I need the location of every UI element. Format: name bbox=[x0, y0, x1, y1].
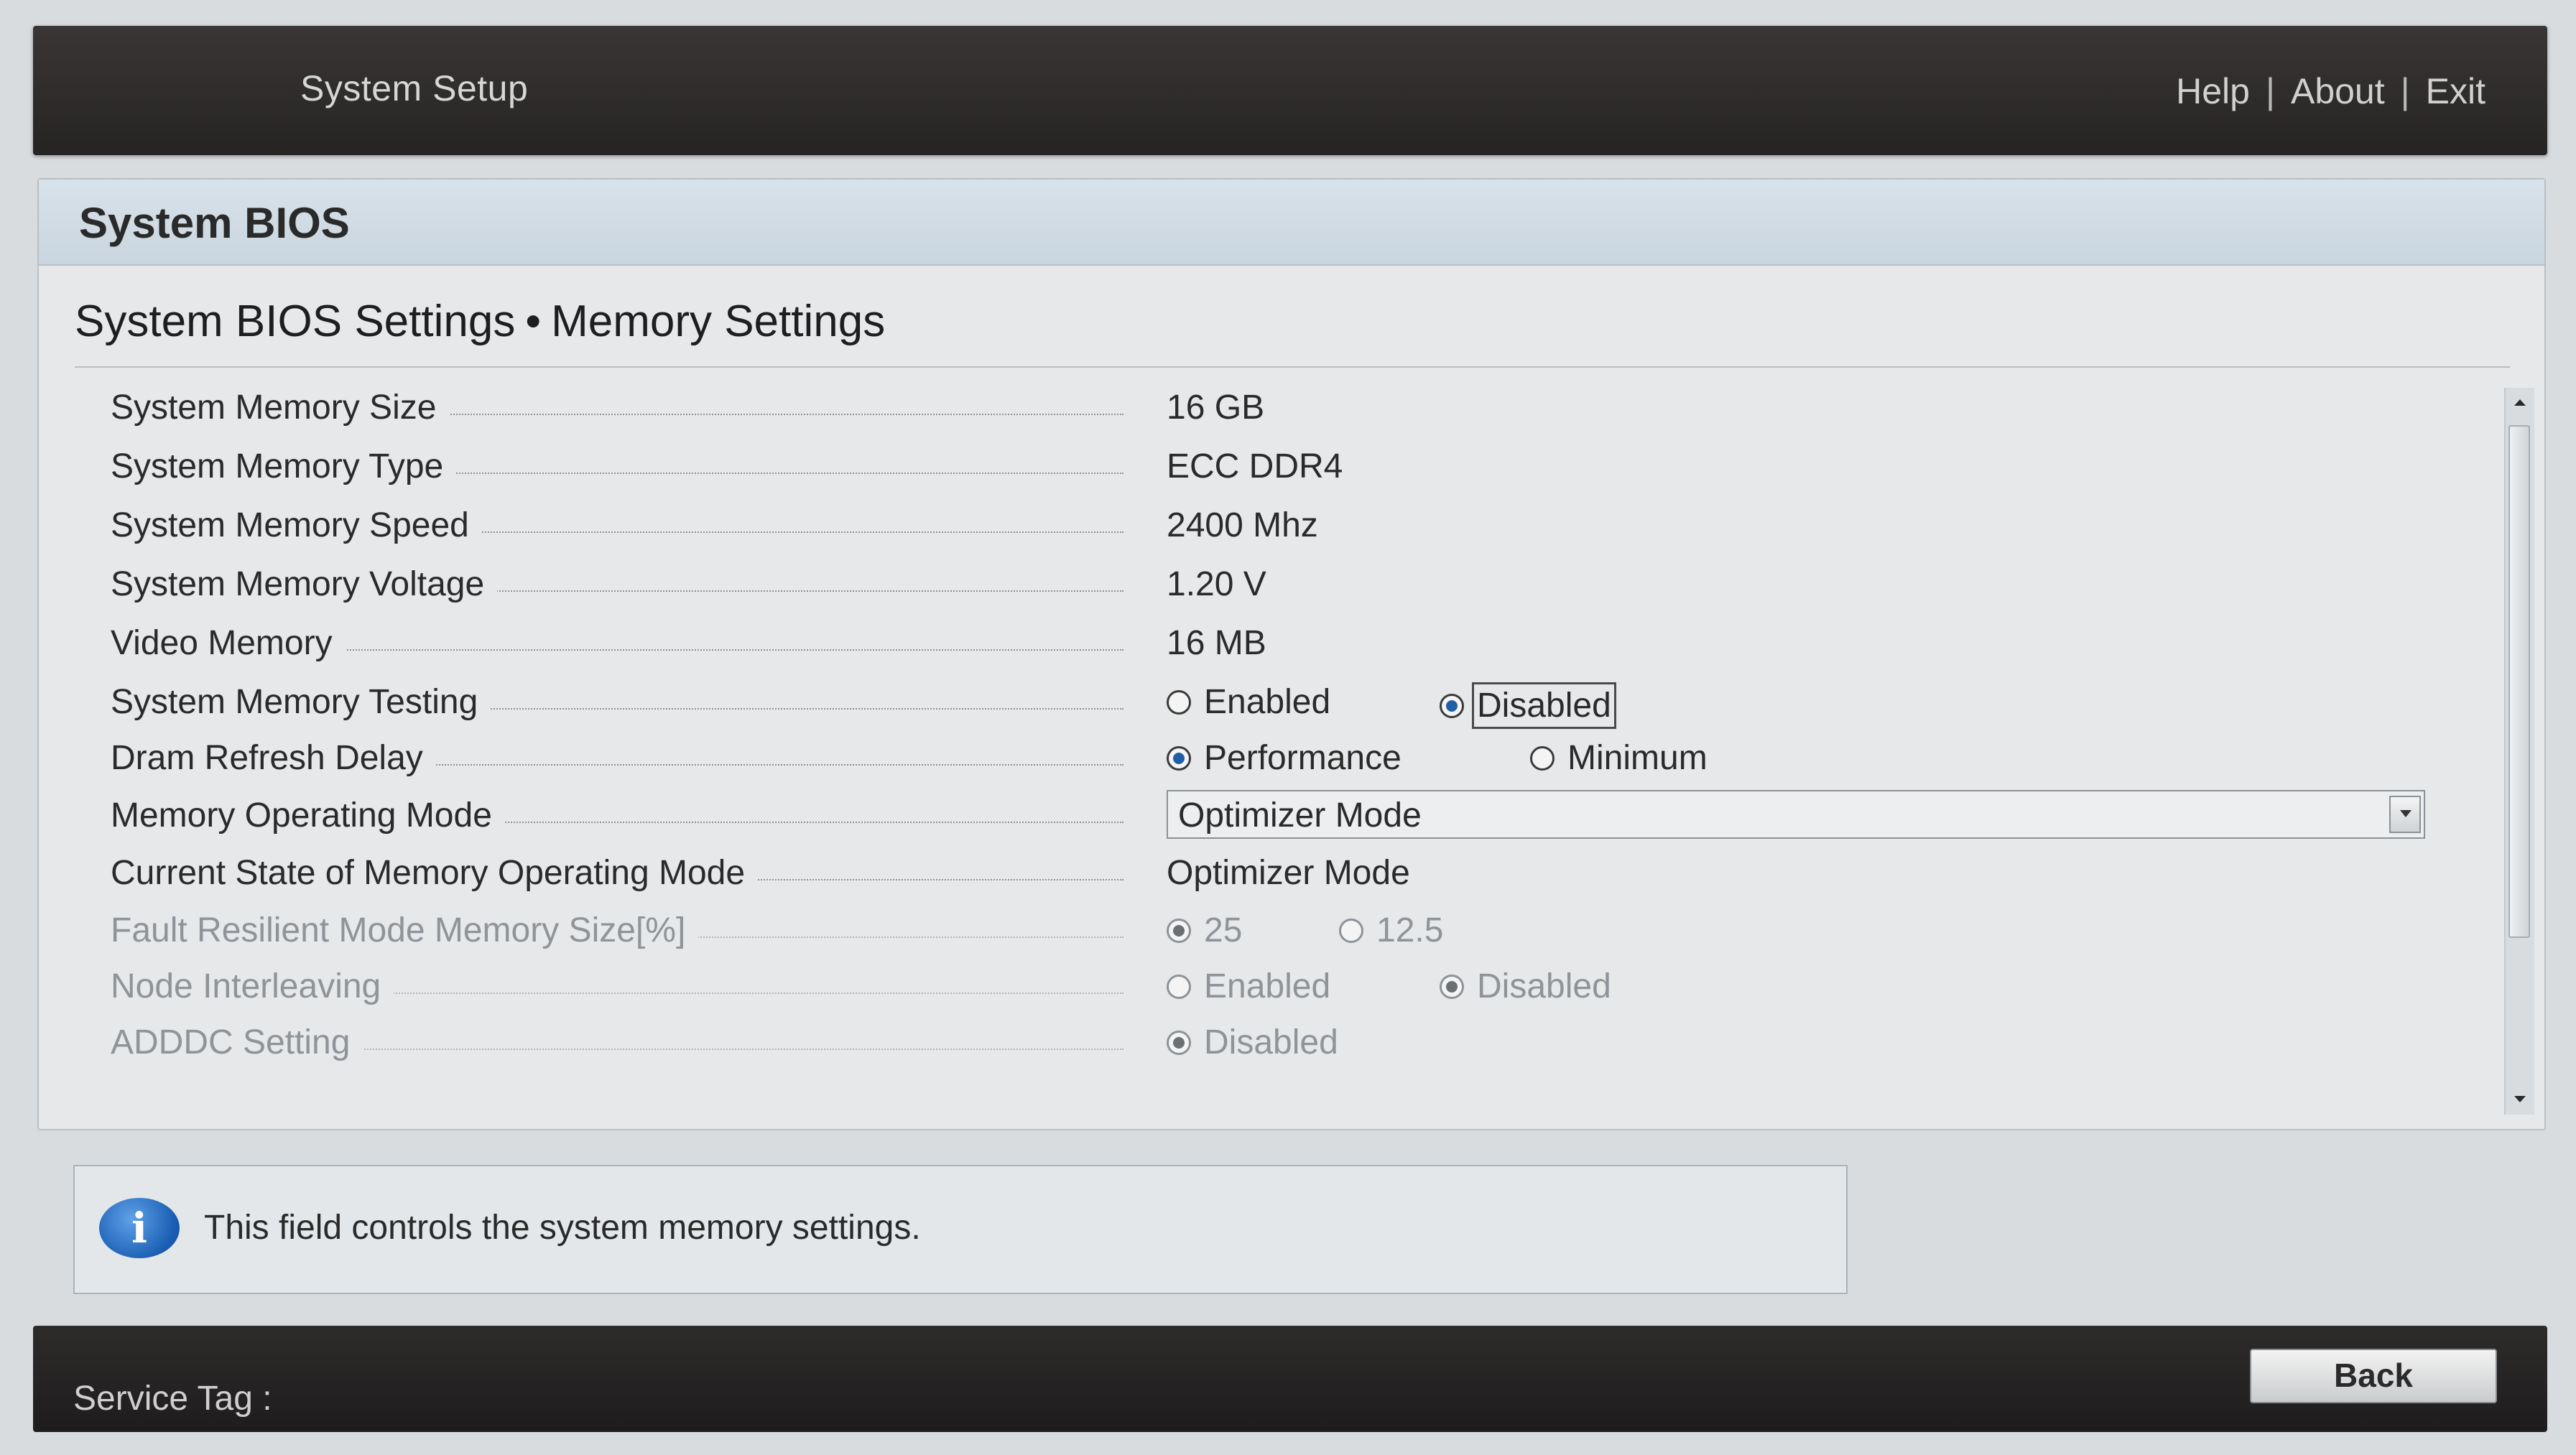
setting-label: System Memory Testing bbox=[111, 682, 491, 722]
about-link[interactable]: About bbox=[2291, 70, 2385, 112]
setting-label: Current State of Memory Operating Mode bbox=[111, 853, 759, 893]
setting-label: System Memory Size bbox=[111, 388, 450, 427]
setting-label: Memory Operating Mode bbox=[111, 796, 505, 835]
setting-value: 16 GB bbox=[1167, 389, 1265, 427]
settings-list: System Memory Size 16 GB System Memory T… bbox=[39, 180, 2544, 1129]
setting-row-current-state: Current State of Memory Operating Mode O… bbox=[111, 849, 2481, 899]
setting-row-node-interleaving: Node Interleaving Enabled Disabled bbox=[111, 962, 2481, 1013]
link-separator: | bbox=[2400, 71, 2410, 111]
setting-label: Node Interleaving bbox=[111, 967, 394, 1006]
setting-value: 16 MB bbox=[1167, 624, 1266, 662]
scroll-down-arrow-icon[interactable] bbox=[2507, 1086, 2533, 1112]
option-label: Performance bbox=[1204, 739, 1401, 777]
radio-button[interactable] bbox=[1167, 689, 1191, 715]
memory-testing-enabled-option[interactable]: Enabled bbox=[1167, 682, 1330, 722]
dram-refresh-performance-option[interactable]: Performance bbox=[1167, 738, 1401, 778]
app-title: System Setup bbox=[300, 68, 529, 108]
setting-row-dram-refresh-delay: Dram Refresh Delay Performance Minimum bbox=[111, 734, 2481, 784]
option-label: Disabled bbox=[1477, 967, 1611, 1005]
setting-row-memory-operating-mode: Memory Operating Mode Optimizer Mode bbox=[111, 790, 2481, 842]
dram-refresh-minimum-option[interactable]: Minimum bbox=[1530, 738, 1708, 778]
option-label: Enabled bbox=[1204, 967, 1331, 1005]
radio-button bbox=[1167, 974, 1191, 999]
setting-label: System Memory Voltage bbox=[111, 564, 498, 604]
scroll-up-arrow-icon[interactable] bbox=[2507, 391, 2533, 417]
setting-row-memory-speed: System Memory Speed 2400 Mhz bbox=[111, 501, 2481, 552]
vertical-scrollbar[interactable] bbox=[2504, 388, 2534, 1115]
header-links: Help | About | Exit bbox=[2176, 70, 2485, 112]
exit-link[interactable]: Exit bbox=[2426, 70, 2485, 112]
help-message: This field controls the system memory se… bbox=[204, 1209, 921, 1247]
setting-label: Video Memory bbox=[111, 623, 346, 663]
setting-row-memory-testing: System Memory Testing Enabled Disabled bbox=[111, 678, 2481, 729]
adddc-disabled-option: Disabled bbox=[1167, 1023, 1338, 1062]
chevron-down-icon[interactable] bbox=[2389, 796, 2421, 833]
radio-button bbox=[1339, 918, 1363, 943]
radio-button-selected bbox=[1167, 1030, 1191, 1055]
help-link[interactable]: Help bbox=[2176, 70, 2250, 112]
main-panel: System BIOS System BIOS Settings • Memory … bbox=[37, 178, 2546, 1130]
link-separator: | bbox=[2265, 71, 2275, 111]
setting-value: 1.20 V bbox=[1167, 565, 1266, 603]
memory-testing-disabled-option[interactable]: Disabled bbox=[1440, 682, 1616, 729]
radio-button-selected bbox=[1167, 918, 1191, 943]
setting-label: Dram Refresh Delay bbox=[111, 738, 436, 778]
option-label: 12.5 bbox=[1376, 911, 1444, 949]
setting-row-memory-voltage: System Memory Voltage 1.20 V bbox=[111, 560, 2481, 610]
back-button[interactable]: Back bbox=[2250, 1349, 2497, 1403]
service-tag-label: Service Tag : bbox=[73, 1380, 272, 1418]
radio-button-selected[interactable] bbox=[1440, 693, 1464, 718]
radio-button[interactable] bbox=[1530, 745, 1555, 771]
option-label: 25 bbox=[1204, 911, 1243, 949]
node-interleaving-enabled-option: Enabled bbox=[1167, 967, 1330, 1006]
scroll-thumb[interactable] bbox=[2508, 425, 2530, 938]
setting-row-memory-size: System Memory Size 16 GB bbox=[111, 383, 2481, 434]
footer-bar: Service Tag : Back bbox=[33, 1326, 2547, 1432]
fault-resilient-25-option: 25 bbox=[1167, 911, 1242, 950]
fault-resilient-12-5-option: 12.5 bbox=[1339, 911, 1443, 950]
help-info-box: i This field controls the system memory … bbox=[73, 1165, 1848, 1294]
option-label-focused: Disabled bbox=[1472, 682, 1616, 729]
option-label: Enabled bbox=[1204, 683, 1331, 721]
info-icon: i bbox=[99, 1198, 180, 1258]
setting-row-adddc: ADDDC Setting Disabled bbox=[111, 1018, 2481, 1069]
setting-label: Fault Resilient Mode Memory Size[%] bbox=[111, 911, 699, 950]
setting-value: Optimizer Mode bbox=[1167, 854, 1410, 892]
radio-button-selected[interactable] bbox=[1167, 745, 1191, 771]
top-header-bar: System Setup Help | About | Exit bbox=[33, 26, 2547, 155]
setting-label: System Memory Type bbox=[111, 447, 457, 486]
setting-value: ECC DDR4 bbox=[1167, 447, 1343, 485]
setting-row-fault-resilient-size: Fault Resilient Mode Memory Size[%] 25 1… bbox=[111, 906, 2481, 957]
node-interleaving-disabled-option: Disabled bbox=[1440, 967, 1611, 1006]
radio-button-selected bbox=[1440, 974, 1464, 999]
dropdown-selected-value: Optimizer Mode bbox=[1178, 796, 1422, 835]
option-label: Minimum bbox=[1567, 739, 1708, 777]
memory-operating-mode-dropdown[interactable]: Optimizer Mode bbox=[1167, 790, 2425, 839]
setting-row-video-memory: Video Memory 16 MB bbox=[111, 619, 2481, 669]
setting-label: System Memory Speed bbox=[111, 506, 482, 545]
setting-label: ADDDC Setting bbox=[111, 1023, 363, 1062]
setting-row-memory-type: System Memory Type ECC DDR4 bbox=[111, 442, 2481, 493]
option-label: Disabled bbox=[1204, 1023, 1338, 1061]
setting-value: 2400 Mhz bbox=[1167, 506, 1318, 544]
